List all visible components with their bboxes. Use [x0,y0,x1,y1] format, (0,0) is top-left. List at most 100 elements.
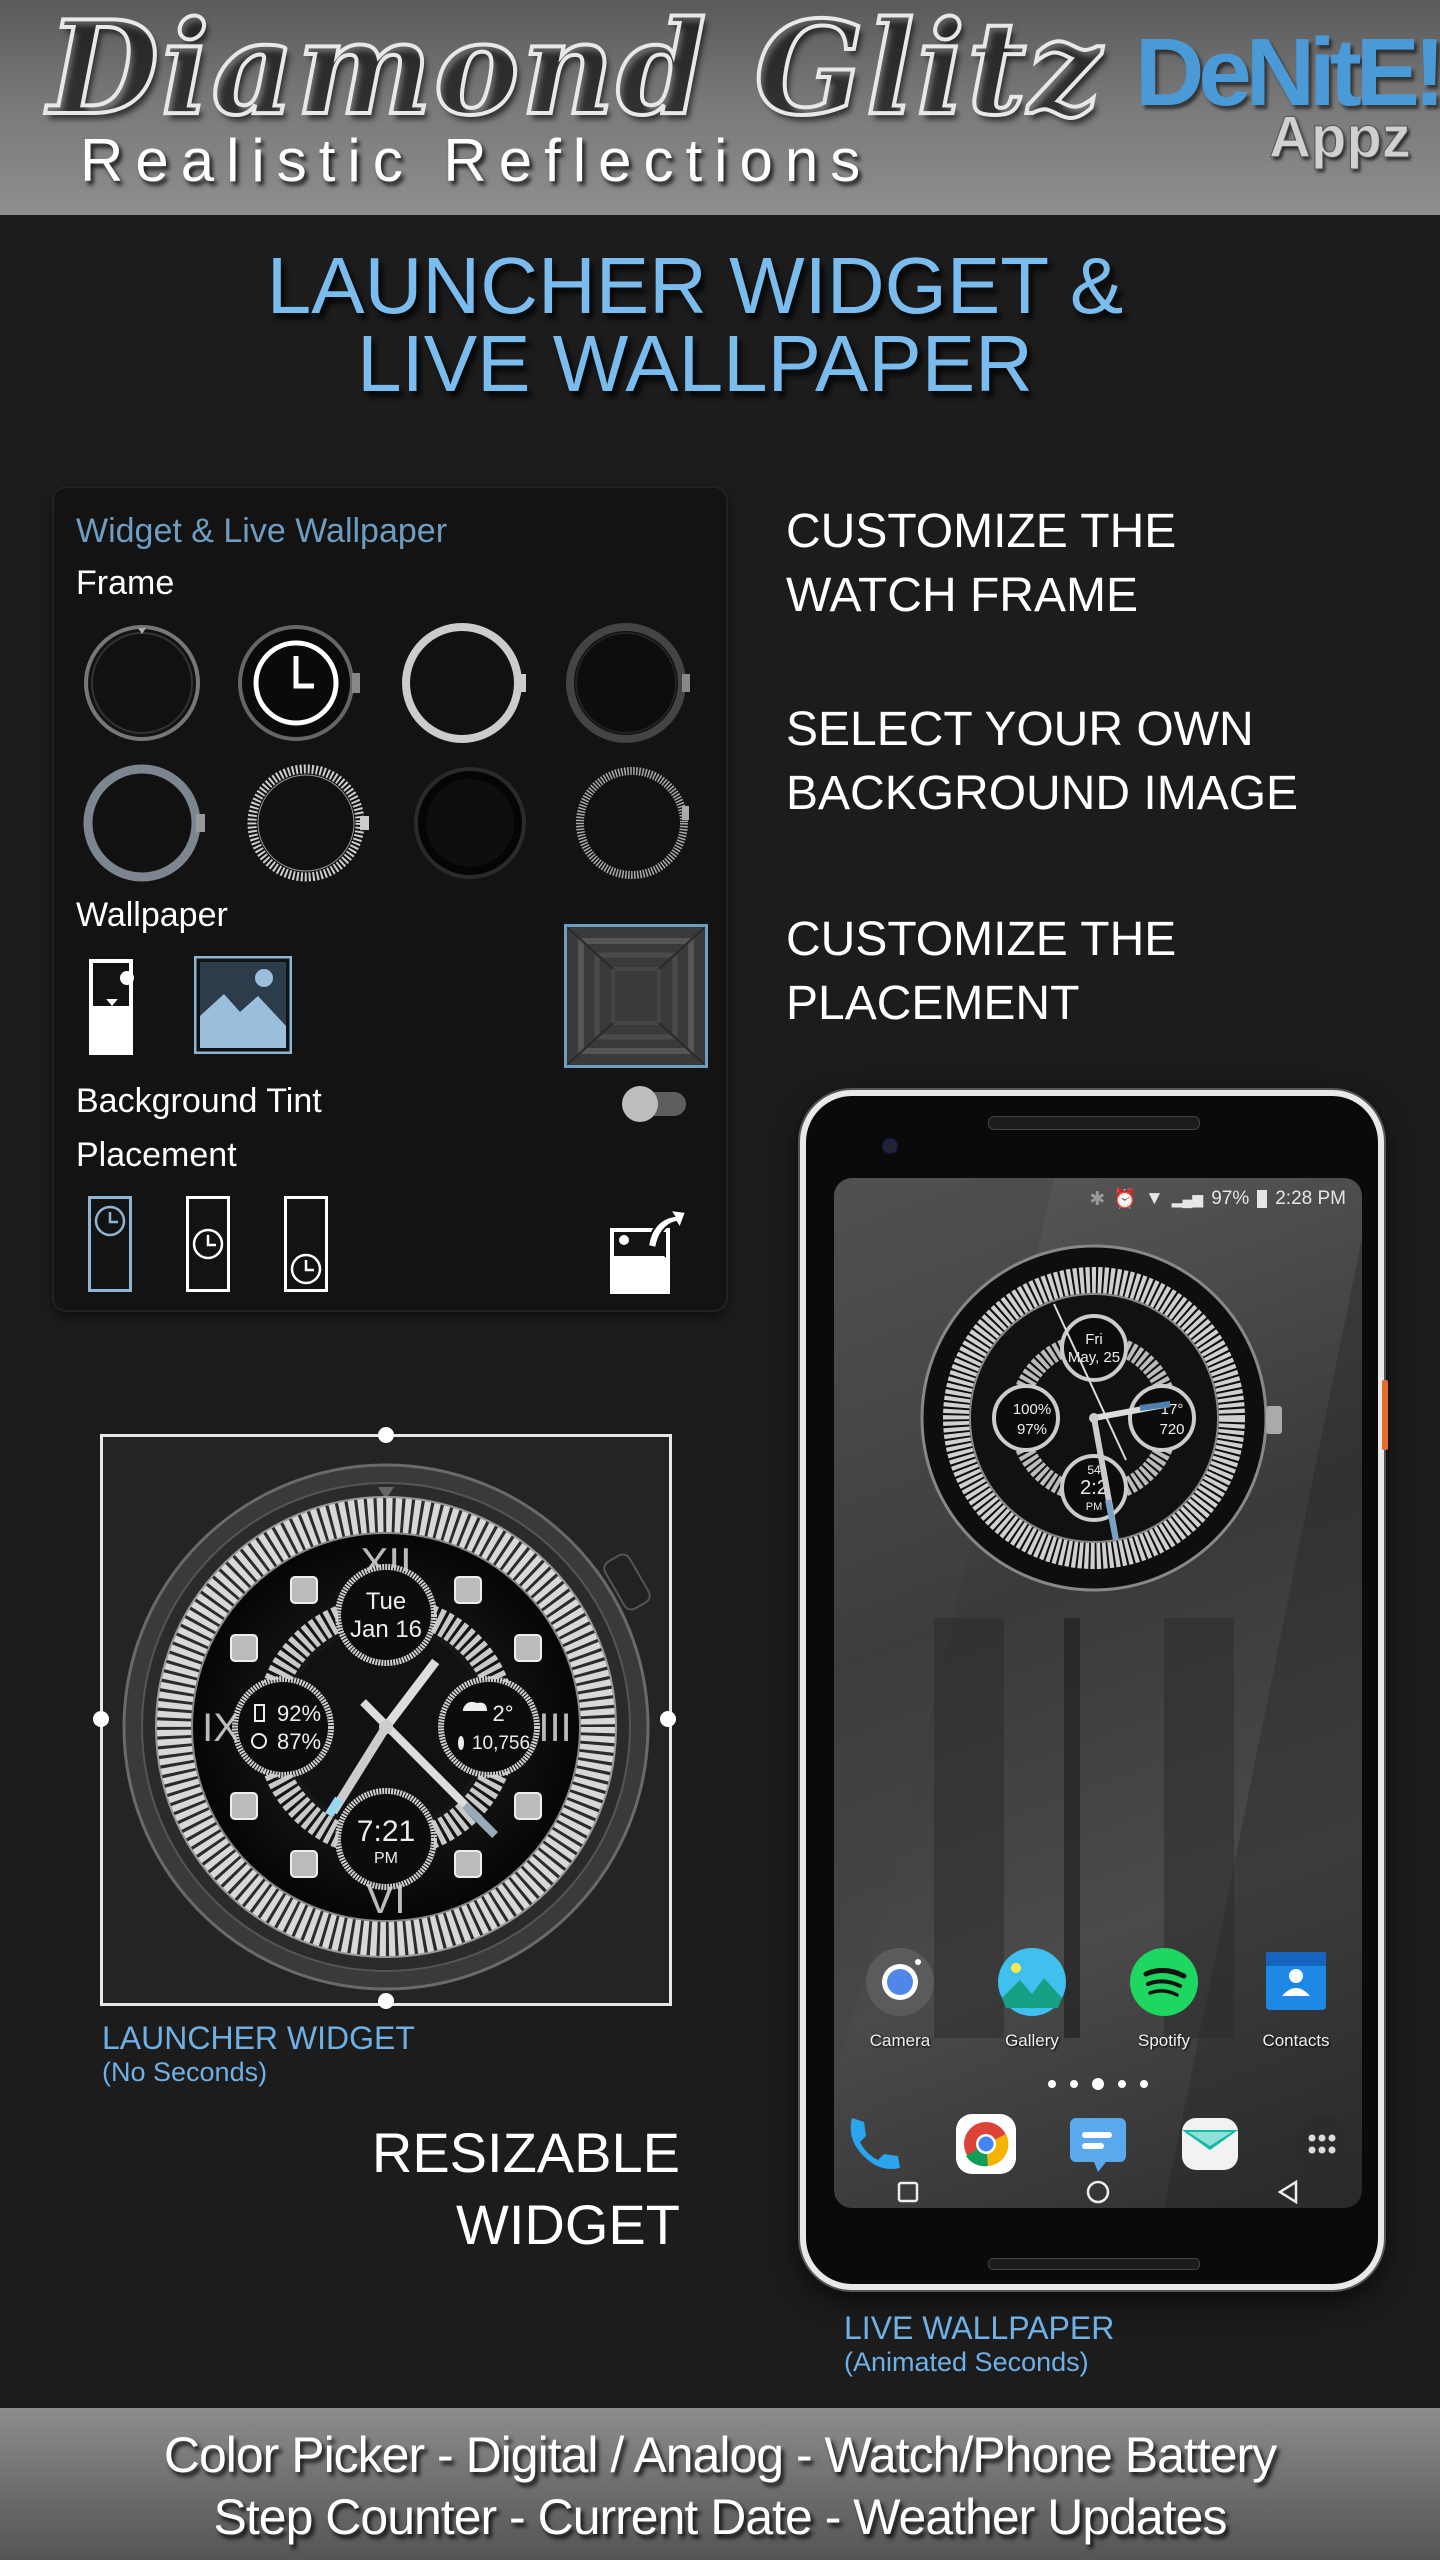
numeral-3: III [538,1706,571,1750]
home-button-icon[interactable] [1084,2178,1112,2206]
panel-title: Widget & Live Wallpaper [76,512,448,550]
wp-day: Fri [1085,1331,1103,1348]
widget-time: 7:21 [357,1815,415,1848]
wallpaper-preview[interactable] [564,924,708,1068]
steps-footprint-icon [458,1736,464,1750]
email-icon[interactable] [1178,2112,1242,2176]
app-gallery[interactable]: Gallery [996,1948,1068,2051]
phone-mockup: ✱ ⏰ ▼ ▂▄▆ 97% 2:28 PM Fri May, 25 100% 9… [800,1090,1384,2290]
clock-icon [192,1228,224,1260]
brand-logo-sub: Appz [1269,105,1412,171]
status-time: 2:28 PM [1275,1188,1346,1209]
wallpaper-portrait-icon[interactable] [88,958,134,1056]
resize-handle-bottom[interactable] [378,1993,394,2009]
app-drawer-icon[interactable] [1290,2112,1354,2176]
page-dot[interactable] [1048,2080,1056,2088]
phone-power-button [1382,1380,1388,1450]
alarm-icon: ⏰ [1113,1189,1137,1210]
live-wallpaper-caption: LIVE WALLPAPER (Animated Seconds) [844,2310,1114,2378]
home-app-row: Camera Gallery Spotify Contacts [834,1948,1362,2051]
caption-title: LAUNCHER WIDGET [102,2020,415,2056]
wallpaper-landscape-icon[interactable] [194,956,292,1054]
numeral-9: IX [202,1706,240,1750]
widget-watch-battery: 87% [277,1729,321,1754]
background-tint-label: Background Tint [76,1082,322,1120]
app-subtitle: Realistic Reflections [80,127,873,194]
app-label: Gallery [1005,2031,1059,2050]
app-contacts[interactable]: Contacts [1260,1948,1332,2051]
bluetooth-icon: ✱ [1089,1188,1106,1210]
spotify-icon [1130,1948,1198,2016]
messages-icon[interactable] [1066,2112,1130,2176]
resize-handle-left[interactable] [93,1711,109,1727]
header-banner: Diamond Glitz Realistic Reflections DeNi… [0,0,1440,215]
page-dot-active[interactable] [1092,2078,1104,2090]
background-tint-toggle[interactable] [622,1086,688,1122]
frame-option-6[interactable] [244,758,374,888]
caption-subtitle: (No Seconds) [102,2057,268,2087]
recents-button-icon[interactable] [894,2178,922,2206]
resizable-label-line-2: WIDGET [456,2193,680,2256]
feature-placement: CUSTOMIZE THE PLACEMENT [786,908,1176,1036]
frame-label: Frame [76,564,175,602]
widget-watch-face: XII IX III VI Tue Jan 16 92% 87% 2° 10,7… [122,1463,651,1991]
app-camera[interactable]: Camera [864,1948,936,2051]
resize-handle-top[interactable] [378,1427,394,1443]
phone-dialer-icon[interactable] [842,2112,906,2176]
brand-logo: DeNitE! Appz [1135,18,1440,171]
page-indicator [834,2078,1362,2090]
battery-percent: 97% [1211,1188,1250,1209]
footer-features-line-2: Step Counter - Current Date - Weather Up… [213,2489,1228,2545]
app-label: Spotify [1138,2031,1190,2050]
widget-phone-battery: 92% [277,1701,321,1726]
widget-steps: 10,756 [472,1733,530,1754]
front-camera [884,1140,896,1152]
widget-date: Jan 16 [350,1616,422,1643]
placement-top-option[interactable] [88,1196,132,1292]
frame-option-3[interactable] [400,618,530,748]
toggle-knob [622,1086,658,1122]
phone-earpiece [988,1116,1200,1130]
caption-title: LIVE WALLPAPER [844,2310,1115,2346]
widget-weather-temp: 2° [492,1701,513,1726]
placement-middle-option[interactable] [186,1196,230,1292]
resizable-label-line-1: RESIZABLE [371,2121,680,2184]
feature-background-image: SELECT YOUR OWN BACKGROUND IMAGE [786,698,1298,826]
wp-watch-battery: 100% [1013,1401,1051,1418]
frame-option-7[interactable] [408,758,538,888]
feature-line: WATCH FRAME [786,569,1138,622]
frame-option-1[interactable] [80,618,210,748]
status-bar: ✱ ⏰ ▼ ▂▄▆ 97% 2:28 PM [1089,1184,1346,1214]
widget-ampm: PM [374,1850,398,1867]
page-dot[interactable] [1118,2080,1126,2088]
widget-day: Tue [366,1588,406,1615]
app-spotify[interactable]: Spotify [1128,1948,1200,2051]
contacts-icon [1266,1952,1326,2010]
frame-option-8[interactable] [570,758,700,888]
launcher-widget-resize-frame[interactable]: XII IX III VI Tue Jan 16 92% 87% 2° 10,7… [93,1427,676,2009]
clock-icon [290,1253,322,1285]
placement-bottom-option[interactable] [284,1196,328,1292]
frame-option-4[interactable] [564,618,694,748]
feature-line: SELECT YOUR OWN [786,703,1254,756]
app-label: Contacts [1262,2031,1330,2050]
phone-screen: ✱ ⏰ ▼ ▂▄▆ 97% 2:28 PM Fri May, 25 100% 9… [834,1178,1362,2208]
placement-label: Placement [76,1136,237,1174]
page-dot[interactable] [1070,2080,1078,2088]
wp-ampm: PM [1086,1501,1103,1513]
back-button-icon[interactable] [1274,2178,1302,2206]
feature-watch-frame: CUSTOMIZE THE WATCH FRAME [786,500,1176,628]
chrome-icon[interactable] [954,2112,1018,2176]
frame-option-2[interactable] [234,618,364,748]
signal-icon: ▂▄▆ [1171,1190,1204,1207]
settings-panel: Widget & Live Wallpaper Frame Wallpaper … [54,488,726,1310]
pick-image-icon[interactable] [608,1206,688,1296]
caption-subtitle: (Animated Seconds) [844,2347,1089,2377]
wp-phone-battery: 97% [1017,1421,1047,1438]
resize-handle-right[interactable] [660,1711,676,1727]
wifi-icon: ▼ [1144,1188,1164,1209]
frame-option-5[interactable] [80,758,210,888]
headline-line-2: LIVE WALLPAPER [357,319,1033,408]
footer-banner: Color Picker - Digital / Analog - Watch/… [0,2408,1440,2560]
page-dot[interactable] [1140,2080,1148,2088]
